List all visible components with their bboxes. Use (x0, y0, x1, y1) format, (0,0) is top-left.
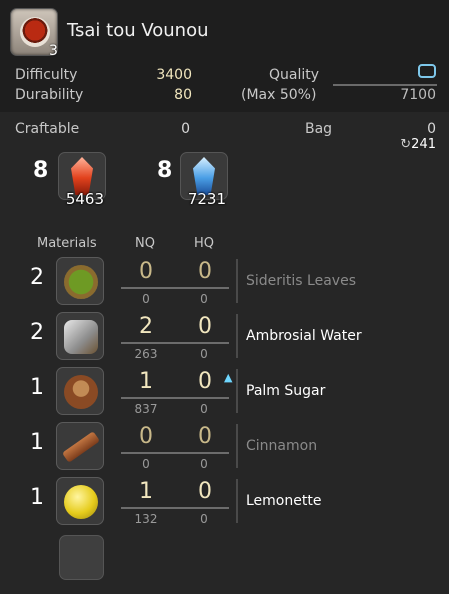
leaves-bowl-icon (64, 265, 98, 299)
yield-count: 3 (49, 43, 58, 59)
nq-have: 837 (134, 402, 158, 416)
nq-have: 263 (134, 347, 158, 361)
material-name: Palm Sugar (246, 383, 326, 399)
water-flask-icon (64, 320, 98, 354)
row-divider (236, 369, 238, 413)
material-slot[interactable] (56, 422, 104, 470)
material-row[interactable]: 2 2 0 263 0 Ambrosial Water (0, 312, 449, 367)
hq-assigned[interactable]: 0 (194, 259, 216, 284)
quality-progress-bar (333, 84, 437, 86)
hq-have: 0 (200, 347, 208, 361)
item-title: Tsai tou Vounou (67, 20, 209, 41)
quantity-underline (121, 342, 229, 344)
hq-assigned[interactable]: 0 (194, 424, 216, 449)
nq-have: 132 (134, 512, 158, 526)
nq-assigned[interactable]: 1 (135, 479, 157, 504)
bag-label: Bag (305, 121, 333, 137)
fire-crystal-have: 5463 (65, 190, 104, 208)
quality-label: Quality (269, 67, 320, 83)
nq-assigned[interactable]: 2 (135, 314, 157, 339)
material-row[interactable]: 1 0 0 0 0 Cinnamon (0, 422, 449, 477)
nq-assigned[interactable]: 1 (135, 369, 157, 394)
cinnamon-icon (61, 431, 101, 463)
hq-assigned[interactable]: 0 (194, 314, 216, 339)
nq-assigned[interactable]: 0 (135, 424, 157, 449)
craftable-value: 0 (181, 121, 190, 137)
bag-total: ↻241 (388, 137, 436, 152)
material-row[interactable]: 1 1 0 ▲ 837 0 Palm Sugar (0, 367, 449, 422)
row-divider (236, 424, 238, 468)
empty-material-slot[interactable] (59, 535, 104, 580)
difficulty-label: Difficulty (15, 67, 78, 83)
quantity-underline (121, 397, 229, 399)
quantity-underline (121, 507, 229, 509)
hq-assigned[interactable]: 0 (194, 369, 216, 394)
row-divider (236, 479, 238, 523)
bag-capacity-icon: ↻ (400, 137, 412, 152)
nq-column-header: NQ (135, 236, 155, 251)
nq-have: 0 (142, 292, 150, 306)
quantity-underline (121, 452, 229, 454)
nq-assigned[interactable]: 0 (135, 259, 157, 284)
craftable-label: Craftable (15, 121, 80, 137)
hq-column-header: HQ (194, 236, 215, 251)
material-name: Ambrosial Water (246, 328, 362, 344)
water-crystal-have: 7231 (187, 190, 226, 208)
durability-label: Durability (15, 87, 84, 103)
difficulty-value: 3400 (156, 67, 192, 83)
hq-have: 0 (200, 512, 208, 526)
material-slot[interactable] (56, 477, 104, 525)
lemon-icon (64, 485, 98, 519)
material-name: Sideritis Leaves (246, 273, 356, 289)
nq-have: 0 (142, 457, 150, 471)
material-row[interactable]: 1 1 0 132 0 Lemonette (0, 477, 449, 532)
bag-value: 0 (427, 121, 436, 137)
recipe-header: 3 Tsai tou Vounou Difficulty 3400 Durabi… (0, 0, 449, 112)
hq-indicator-icon: ▲ (224, 371, 233, 384)
material-required-qty: 1 (30, 430, 44, 455)
materials-column-header: Materials (37, 236, 97, 251)
quantity-underline (121, 287, 229, 289)
material-row[interactable]: 2 0 0 0 0 Sideritis Leaves (0, 257, 449, 312)
material-required-qty: 2 (30, 265, 44, 290)
recipe-panel: 3 Tsai tou Vounou Difficulty 3400 Durabi… (0, 0, 449, 594)
row-divider (236, 314, 238, 358)
material-slot[interactable] (56, 312, 104, 360)
material-name: Lemonette (246, 493, 322, 509)
hq-assigned[interactable]: 0 (194, 479, 216, 504)
fire-crystal-required: 8 (33, 158, 49, 183)
max-quality-value: 7100 (400, 87, 436, 103)
hq-have: 0 (200, 292, 208, 306)
durability-value: 80 (174, 87, 192, 103)
sugar-pot-icon (64, 375, 98, 409)
material-required-qty: 2 (30, 320, 44, 345)
quality-value-box (418, 64, 436, 78)
bag-total-value: 241 (411, 137, 436, 152)
material-slot[interactable] (56, 257, 104, 305)
cup-graphic (20, 17, 50, 47)
material-slot[interactable] (56, 367, 104, 415)
hq-have: 0 (200, 457, 208, 471)
max-quality-label: (Max 50%) (241, 87, 317, 103)
hq-have: 0 (200, 402, 208, 416)
row-divider (236, 259, 238, 303)
material-name: Cinnamon (246, 438, 318, 454)
material-required-qty: 1 (30, 485, 44, 510)
water-crystal-required: 8 (157, 158, 173, 183)
material-required-qty: 1 (30, 375, 44, 400)
